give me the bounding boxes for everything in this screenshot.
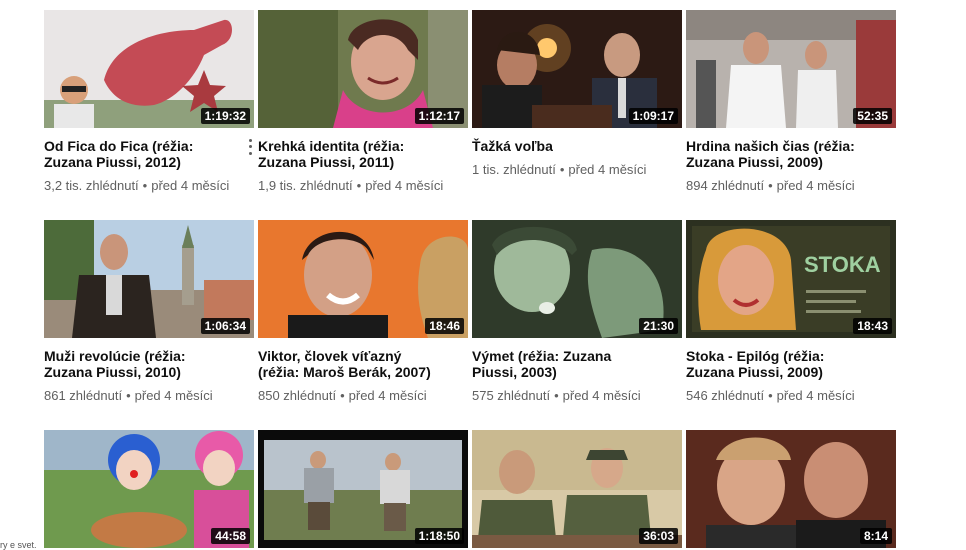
video-thumbnail[interactable]: 1:06:34 bbox=[44, 220, 254, 338]
video-card[interactable]: 1:18:50 bbox=[258, 430, 468, 548]
video-thumbnail[interactable]: 21:30 bbox=[472, 220, 682, 338]
video-duration: 18:43 bbox=[853, 318, 892, 334]
video-duration: 1:19:32 bbox=[200, 108, 250, 124]
video-meta: 894 zhlédnutí • před 4 měsíci bbox=[686, 178, 896, 194]
upload-age: před 4 měsíci bbox=[568, 162, 647, 177]
video-title[interactable]: Hrdina našich čias (réžia: Zuzana Piussi… bbox=[686, 138, 866, 170]
video-meta: 546 zhlédnutí • před 4 měsíci bbox=[686, 388, 896, 404]
video-card[interactable]: 1:19:32 Od Fica do Fica (réžia: Zuzana P… bbox=[44, 10, 254, 194]
video-card[interactable]: 36:03 bbox=[472, 430, 682, 548]
video-card[interactable]: 21:30 Výmet (réžia: Zuzana Piussi, 2003)… bbox=[472, 220, 682, 404]
video-duration: 1:12:17 bbox=[414, 108, 464, 124]
upload-age: před 4 měsíci bbox=[348, 388, 427, 403]
video-meta: 850 zhlédnutí • před 4 měsíci bbox=[258, 388, 468, 404]
more-options-icon[interactable] bbox=[244, 137, 256, 157]
meta-separator: • bbox=[340, 388, 345, 403]
view-count: 850 zhlédnutí bbox=[258, 388, 337, 403]
meta-separator: • bbox=[554, 388, 559, 403]
video-thumbnail[interactable]: 18:46 bbox=[258, 220, 468, 338]
view-count: 861 zhlédnutí bbox=[44, 388, 123, 403]
video-card[interactable]: 44:58 bbox=[44, 430, 254, 548]
video-duration: 1:09:17 bbox=[628, 108, 678, 124]
meta-separator: • bbox=[142, 178, 148, 193]
video-thumbnail[interactable]: 52:35 bbox=[686, 10, 896, 128]
video-duration: 8:14 bbox=[859, 528, 892, 544]
video-thumbnail[interactable]: 1:09:17 bbox=[472, 10, 682, 128]
video-card[interactable]: 1:06:34 Muži revolúcie (réžia: Zuzana Pi… bbox=[44, 220, 254, 404]
video-duration: 52:35 bbox=[853, 108, 892, 124]
video-card[interactable]: 1:12:17 Krehká identita (réžia: Zuzana P… bbox=[258, 10, 468, 194]
video-meta: 1 tis. zhlédnutí • před 4 měsíci bbox=[472, 162, 682, 178]
video-card[interactable]: 52:35 Hrdina našich čias (réžia: Zuzana … bbox=[686, 10, 896, 194]
view-count: 1 tis. zhlédnutí bbox=[472, 162, 556, 177]
upload-age: před 4 měsíci bbox=[776, 178, 855, 193]
video-thumbnail[interactable]: STOKA 18:43 bbox=[686, 220, 896, 338]
thumbnail-text: STOKA bbox=[804, 252, 881, 277]
video-duration: 1:18:50 bbox=[414, 528, 464, 544]
video-thumbnail[interactable]: 8:14 bbox=[686, 430, 896, 548]
video-thumbnail[interactable]: 1:12:17 bbox=[258, 10, 468, 128]
video-meta: 861 zhlédnutí • před 4 měsíci bbox=[44, 388, 254, 404]
video-card[interactable]: 8:14 bbox=[686, 430, 896, 548]
upload-age: před 4 měsíci bbox=[776, 388, 855, 403]
video-duration: 21:30 bbox=[639, 318, 678, 334]
upload-age: před 4 měsíci bbox=[365, 178, 444, 193]
meta-separator: • bbox=[559, 162, 565, 177]
upload-age: před 4 měsíci bbox=[151, 178, 230, 193]
video-title[interactable]: Stoka - Epilóg (réžia: Zuzana Piussi, 20… bbox=[686, 348, 866, 380]
video-thumbnail[interactable]: 1:18:50 bbox=[258, 430, 468, 548]
meta-separator: • bbox=[126, 388, 131, 403]
video-title[interactable]: Ťažká voľba bbox=[472, 138, 652, 154]
video-thumbnail[interactable]: 36:03 bbox=[472, 430, 682, 548]
corner-text: ry e svet. bbox=[0, 540, 37, 550]
video-card[interactable]: STOKA 18:43 Stoka - Epilóg (réžia: Zuzan… bbox=[686, 220, 896, 404]
view-count: 575 zhlédnutí bbox=[472, 388, 551, 403]
video-meta: 575 zhlédnutí • před 4 měsíci bbox=[472, 388, 682, 404]
meta-separator: • bbox=[768, 178, 773, 193]
upload-age: před 4 měsíci bbox=[134, 388, 213, 403]
view-count: 1,9 tis. zhlédnutí bbox=[258, 178, 353, 193]
video-title[interactable]: Viktor, človek víťazný (réžia: Maroš Ber… bbox=[258, 348, 438, 380]
video-meta: 3,2 tis. zhlédnutí • před 4 měsíci bbox=[44, 178, 254, 194]
view-count: 3,2 tis. zhlédnutí bbox=[44, 178, 139, 193]
upload-age: před 4 měsíci bbox=[562, 388, 641, 403]
meta-separator: • bbox=[356, 178, 362, 193]
video-title[interactable]: Muži revolúcie (réžia: Zuzana Piussi, 20… bbox=[44, 348, 224, 380]
meta-separator: • bbox=[768, 388, 773, 403]
view-count: 546 zhlédnutí bbox=[686, 388, 765, 403]
view-count: 894 zhlédnutí bbox=[686, 178, 765, 193]
video-duration: 18:46 bbox=[425, 318, 464, 334]
video-title[interactable]: Od Fica do Fica (réžia: Zuzana Piussi, 2… bbox=[44, 138, 224, 170]
video-duration: 36:03 bbox=[639, 528, 678, 544]
video-duration: 1:06:34 bbox=[200, 318, 250, 334]
video-title[interactable]: Výmet (réžia: Zuzana Piussi, 2003) bbox=[472, 348, 652, 380]
video-meta: 1,9 tis. zhlédnutí • před 4 měsíci bbox=[258, 178, 468, 194]
video-title[interactable]: Krehká identita (réžia: Zuzana Piussi, 2… bbox=[258, 138, 438, 170]
video-card[interactable]: 18:46 Viktor, človek víťazný (réžia: Mar… bbox=[258, 220, 468, 404]
video-thumbnail[interactable]: 44:58 bbox=[44, 430, 254, 548]
video-card[interactable]: 1:09:17 Ťažká voľba 1 tis. zhlédnutí • pře… bbox=[472, 10, 682, 178]
video-thumbnail[interactable]: 1:19:32 bbox=[44, 10, 254, 128]
video-duration: 44:58 bbox=[211, 528, 250, 544]
